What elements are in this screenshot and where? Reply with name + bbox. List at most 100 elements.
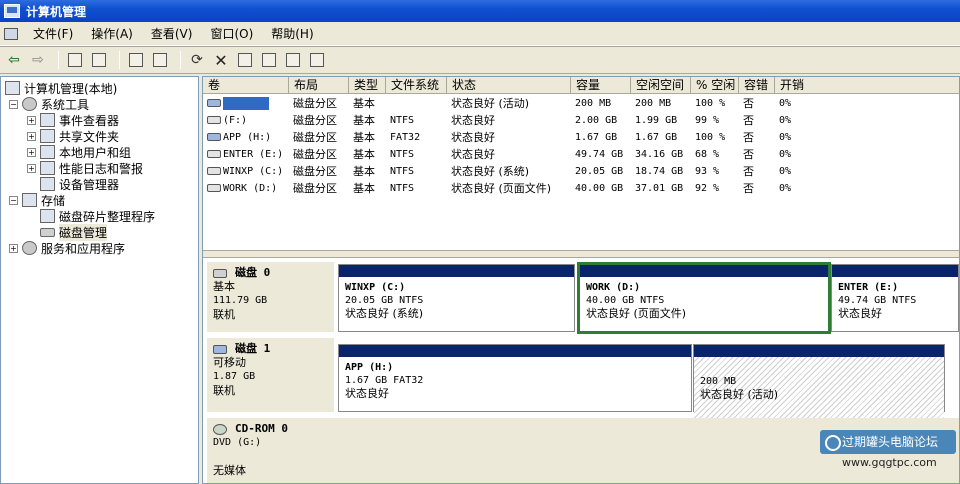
partition-unnamed[interactable]: 200 MB 状态良好 (活动): [693, 344, 945, 423]
col-volume[interactable]: 卷: [203, 77, 289, 94]
volume-capacity: 40.00 GB: [575, 183, 624, 194]
expand-icon[interactable]: +: [27, 147, 36, 157]
collapse-icon[interactable]: −: [9, 195, 18, 205]
disk-management-icon: [40, 227, 55, 237]
col-free-space[interactable]: 空闲空间: [631, 77, 691, 94]
volume-overhead: 0%: [779, 115, 792, 126]
tree-defrag[interactable]: 磁盘碎片整理程序: [40, 208, 155, 224]
volume-fs: NTFS: [390, 149, 415, 160]
menu-action[interactable]: 操作(A): [82, 25, 142, 42]
partition-h[interactable]: APP (H:) 1.67 GB FAT32 状态良好: [338, 344, 692, 412]
tree-services[interactable]: + 服务和应用程序: [9, 240, 125, 256]
expand-icon[interactable]: +: [9, 243, 18, 253]
refresh-icon[interactable]: ⟳: [187, 50, 207, 70]
volume-ft: 否: [743, 114, 754, 127]
volume-name[interactable]: ENTER (E:): [203, 146, 289, 163]
col-overhead[interactable]: 开销: [775, 77, 959, 94]
tree-event-viewer[interactable]: + 事件查看器: [27, 112, 119, 128]
volume-capacity: 200 MB: [575, 98, 612, 109]
expand-icon[interactable]: +: [27, 131, 36, 141]
partition-bar: [339, 265, 574, 277]
event-viewer-icon: [40, 113, 55, 127]
volume-name[interactable]: [203, 95, 289, 112]
up-icon[interactable]: [65, 50, 85, 70]
volume-type: 基本: [353, 97, 375, 110]
expand-icon[interactable]: +: [27, 115, 36, 125]
partition-e[interactable]: ENTER (E:) 49.74 GB NTFS 状态良好: [831, 264, 959, 332]
col-capacity[interactable]: 容量: [571, 77, 631, 94]
help-icon[interactable]: [150, 50, 170, 70]
col-percent-free[interactable]: % 空闲: [691, 77, 739, 94]
volume-name[interactable]: APP (H:): [203, 129, 289, 146]
hard-disk-icon: [213, 268, 227, 278]
disk-icon: [207, 116, 221, 124]
tree-system-tools[interactable]: − 系统工具: [9, 96, 89, 112]
forward-icon[interactable]: ⇨: [28, 50, 48, 70]
window-title: 计算机管理: [26, 4, 87, 19]
cdrom-icon: [213, 423, 227, 435]
delete-icon[interactable]: ✕: [211, 50, 231, 70]
tree-disk-management[interactable]: 磁盘管理: [40, 223, 108, 241]
volume-name[interactable]: WINXP (C:): [203, 163, 289, 180]
menu-file[interactable]: 文件(F): [24, 25, 82, 42]
tree-root[interactable]: 计算机管理(本地): [5, 80, 117, 96]
partition-bar: [580, 265, 828, 277]
collapse-icon[interactable]: −: [9, 99, 18, 109]
toolbar-separator: [119, 51, 120, 69]
volume-status: 状态良好 (活动): [451, 97, 530, 110]
disk-1-label[interactable]: 磁盘 1 可移动 1.87 GB 联机: [207, 338, 334, 412]
volume-type: 基本: [353, 148, 375, 161]
disk-icon: [207, 184, 221, 192]
users-icon: [40, 145, 55, 159]
menu-window[interactable]: 窗口(O): [201, 25, 262, 42]
watermark: 过期罐头电脑论坛 www.gqgtpc.com: [820, 430, 956, 480]
volume-free: 18.74 GB: [635, 166, 684, 177]
show-hide-tree-icon[interactable]: [89, 50, 109, 70]
volume-layout: 磁盘分区: [293, 165, 337, 178]
volume-type: 基本: [353, 131, 375, 144]
volume-overhead: 0%: [779, 183, 792, 194]
defrag-icon: [40, 209, 55, 223]
volume-pct-free: 100 %: [695, 98, 726, 109]
removable-disk-icon: [207, 99, 221, 107]
expand-icon[interactable]: +: [27, 163, 36, 173]
col-layout[interactable]: 布局: [289, 77, 349, 94]
tree-local-users[interactable]: + 本地用户和组: [27, 144, 131, 160]
properties-icon[interactable]: [126, 50, 146, 70]
partition-bar: [832, 265, 958, 277]
menu-view[interactable]: 查看(V): [142, 25, 202, 42]
menu-help[interactable]: 帮助(H): [262, 25, 322, 42]
back-icon[interactable]: ⇦: [4, 50, 24, 70]
volume-capacity: 49.74 GB: [575, 149, 624, 160]
volume-pct-free: 100 %: [695, 132, 726, 143]
disk-0-label[interactable]: 磁盘 0 基本 111.79 GB 联机: [207, 262, 334, 332]
cdrom-0-label[interactable]: CD-ROM 0 DVD (G:) 无媒体: [207, 418, 334, 483]
export-icon[interactable]: [307, 50, 327, 70]
console-tree: 计算机管理(本地) − 系统工具 + 事件查看器 + 共享文件夹 + 本地用户和…: [0, 76, 199, 484]
col-status[interactable]: 状态: [447, 77, 571, 94]
find-icon[interactable]: [283, 50, 303, 70]
watermark-url: www.gqgtpc.com: [842, 456, 937, 469]
tree-shared-folders[interactable]: + 共享文件夹: [27, 128, 119, 144]
tree-storage[interactable]: − 存储: [9, 192, 65, 208]
col-type[interactable]: 类型: [349, 77, 386, 94]
open-icon[interactable]: [259, 50, 279, 70]
volume-name[interactable]: (F:): [203, 112, 289, 129]
volume-pct-free: 99 %: [695, 115, 720, 126]
volume-pct-free: 92 %: [695, 183, 720, 194]
col-fault-tolerance[interactable]: 容错: [739, 77, 775, 94]
volume-ft: 否: [743, 182, 754, 195]
tree-perf-logs[interactable]: + 性能日志和警报: [27, 160, 143, 176]
col-filesystem[interactable]: 文件系统: [386, 77, 447, 94]
selection-highlight: [223, 96, 269, 110]
partition-d[interactable]: WORK (D:) 40.00 GB NTFS 状态良好 (页面文件): [577, 262, 831, 334]
toolbar: ⇦ ⇨ ⟳ ✕: [0, 46, 960, 74]
properties-sheet-icon[interactable]: [235, 50, 255, 70]
pane-splitter[interactable]: [203, 250, 959, 258]
volume-name[interactable]: WORK (D:): [203, 180, 289, 197]
system-menu-icon[interactable]: [4, 27, 18, 40]
tree-device-manager[interactable]: 设备管理器: [40, 176, 119, 192]
volume-status: 状态良好: [451, 114, 495, 127]
partition-c[interactable]: WINXP (C:) 20.05 GB NTFS 状态良好 (系统): [338, 264, 575, 332]
volume-free: 37.01 GB: [635, 183, 684, 194]
